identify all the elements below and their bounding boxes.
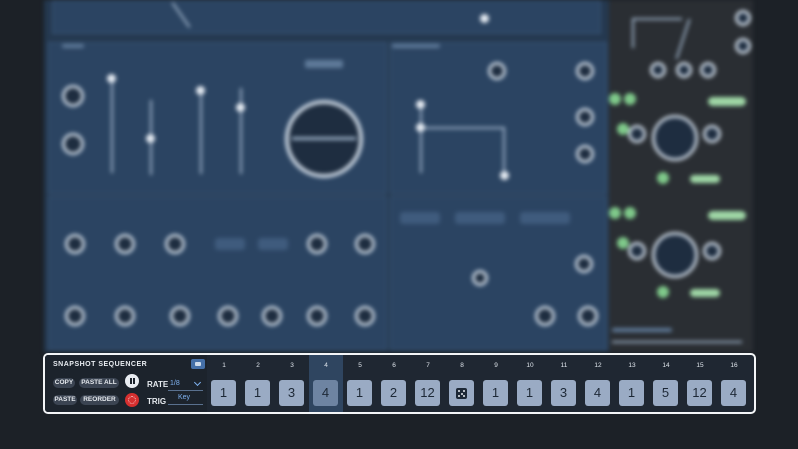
rate-select[interactable]: 1/8 — [170, 380, 180, 387]
step-16: 16 4 — [717, 355, 751, 412]
paste-button[interactable]: PASTE — [53, 395, 77, 405]
paste-all-button[interactable]: PASTE ALL — [79, 378, 119, 388]
step-12: 12 4 — [581, 355, 615, 412]
step-number: 7 — [426, 362, 430, 369]
step-10: 10 1 — [513, 355, 547, 412]
step-snapshot-button[interactable]: 12 — [415, 380, 440, 406]
dice-icon — [456, 388, 467, 399]
step-number: 14 — [662, 362, 670, 369]
step-7: 7 12 — [411, 355, 445, 412]
step-14: 14 5 — [649, 355, 683, 412]
step-snapshot-button[interactable]: 12 — [687, 380, 712, 406]
step-number: 3 — [290, 362, 294, 369]
step-number: 8 — [460, 362, 464, 369]
reorder-button[interactable]: REORDER — [80, 395, 119, 405]
step-snapshot-button[interactable]: 1 — [517, 380, 542, 406]
pause-button[interactable] — [125, 374, 139, 388]
step-number: 16 — [730, 362, 738, 369]
trig-select[interactable]: Key — [178, 394, 190, 401]
copy-button[interactable]: COPY — [53, 378, 75, 388]
step-snapshot-button[interactable] — [449, 380, 474, 406]
step-6: 6 2 — [377, 355, 411, 412]
step-snapshot-button[interactable]: 1 — [619, 380, 644, 406]
step-2: 2 1 — [241, 355, 275, 412]
step-snapshot-button[interactable]: 1 — [483, 380, 508, 406]
sequencer-steps: 1 1 2 1 3 3 4 4 5 1 6 2 7 12 8 9 1 10 1 … — [207, 355, 754, 412]
step-number: 10 — [526, 362, 534, 369]
step-number: 6 — [392, 362, 396, 369]
step-snapshot-button[interactable]: 1 — [347, 380, 372, 406]
step-11: 11 3 — [547, 355, 581, 412]
record-button[interactable] — [125, 393, 139, 407]
chevron-down-icon[interactable] — [193, 378, 202, 387]
step-snapshot-button[interactable]: 3 — [551, 380, 576, 406]
step-number: 1 — [222, 362, 226, 369]
step-4: 4 4 — [309, 355, 343, 412]
snapshot-sequencer: SNAPSHOT SEQUENCER COPY PASTE ALL PASTE … — [43, 353, 756, 414]
step-snapshot-button[interactable]: 1 — [211, 380, 236, 406]
step-number: 9 — [494, 362, 498, 369]
step-number: 12 — [594, 362, 602, 369]
lock-icon[interactable] — [191, 359, 205, 369]
step-9: 9 1 — [479, 355, 513, 412]
sequencer-title: SNAPSHOT SEQUENCER — [53, 361, 148, 368]
step-snapshot-button[interactable]: 4 — [585, 380, 610, 406]
step-15: 15 12 — [683, 355, 717, 412]
step-number: 11 — [560, 362, 568, 369]
step-13: 13 1 — [615, 355, 649, 412]
sequencer-controls: SNAPSHOT SEQUENCER COPY PASTE ALL PASTE … — [45, 355, 207, 412]
rate-label: RATE — [147, 380, 169, 389]
step-snapshot-button[interactable]: 2 — [381, 380, 406, 406]
step-number: 5 — [358, 362, 362, 369]
trig-label: TRIG — [147, 397, 167, 406]
step-1: 1 1 — [207, 355, 241, 412]
step-number: 13 — [628, 362, 636, 369]
step-snapshot-button[interactable]: 4 — [313, 380, 338, 406]
step-snapshot-button[interactable]: 3 — [279, 380, 304, 406]
step-snapshot-button[interactable]: 5 — [653, 380, 678, 406]
step-number: 15 — [696, 362, 704, 369]
step-3: 3 3 — [275, 355, 309, 412]
step-8: 8 — [445, 355, 479, 412]
step-snapshot-button[interactable]: 4 — [721, 380, 746, 406]
step-number: 2 — [256, 362, 260, 369]
step-snapshot-button[interactable]: 1 — [245, 380, 270, 406]
step-5: 5 1 — [343, 355, 377, 412]
step-number: 4 — [324, 362, 328, 369]
